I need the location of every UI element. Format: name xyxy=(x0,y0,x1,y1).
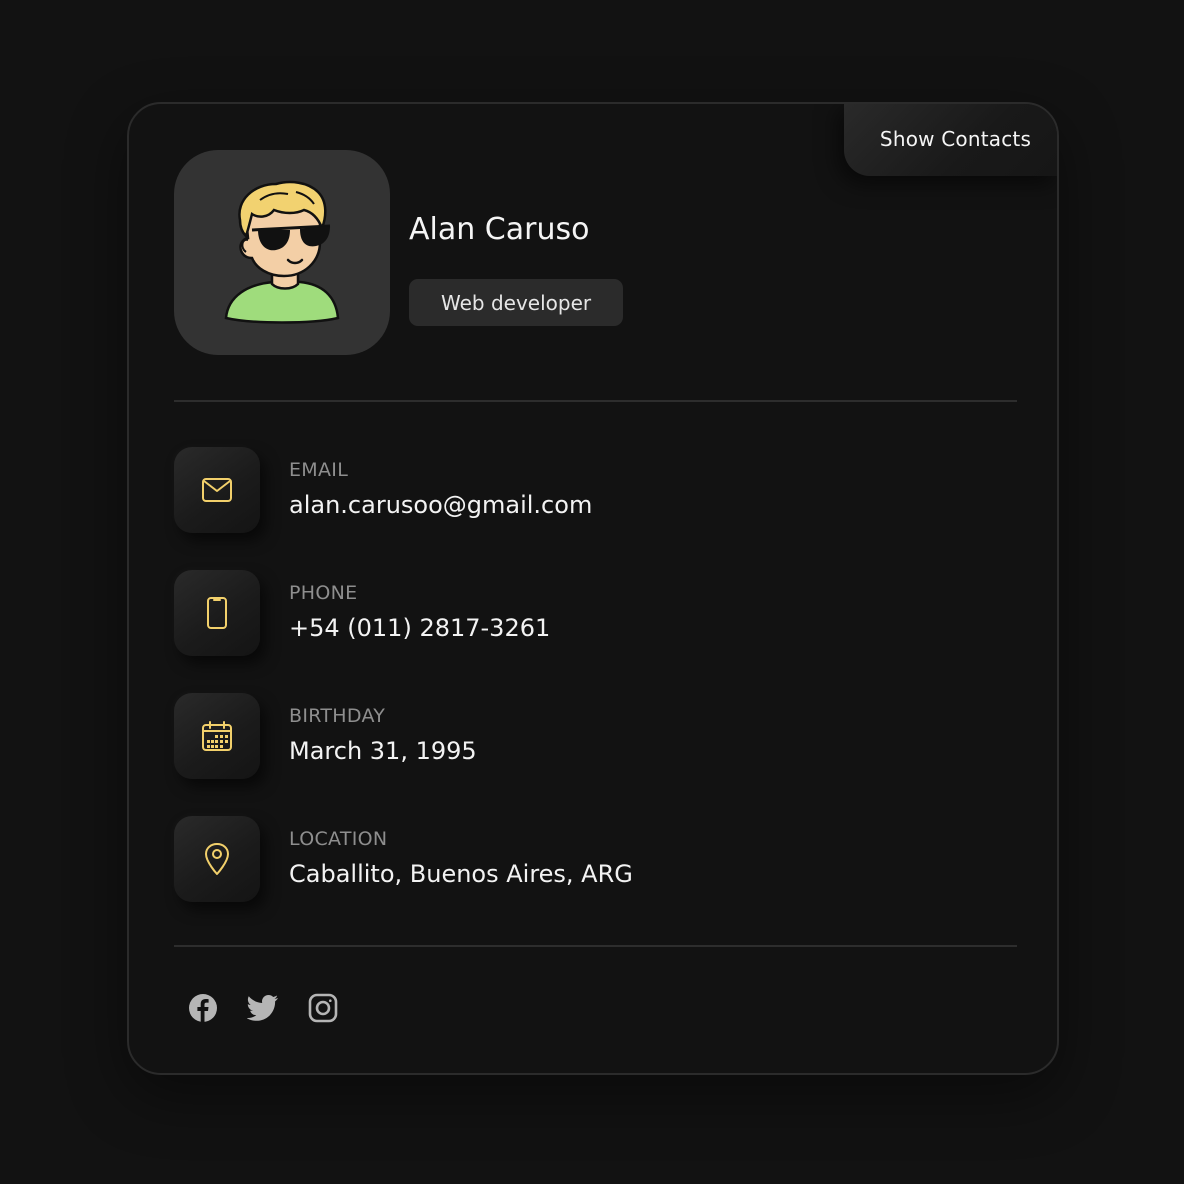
contact-item-birthday: BIRTHDAY March 31, 1995 xyxy=(174,693,1017,779)
profile-card: Show Contacts Alan Caruso Web developer xyxy=(127,102,1059,1075)
avatar xyxy=(174,150,390,355)
role-badge: Web developer xyxy=(409,279,624,326)
divider xyxy=(174,400,1017,402)
social-links xyxy=(187,992,339,1024)
contact-item-email: EMAIL alan.carusoo@gmail.com xyxy=(174,447,1017,533)
phone-icon xyxy=(174,570,260,656)
contact-label: LOCATION xyxy=(289,828,388,850)
birthday-value: March 31, 1995 xyxy=(289,737,477,765)
location-value: Caballito, Buenos Aires, ARG xyxy=(289,860,633,888)
email-value[interactable]: alan.carusoo@gmail.com xyxy=(289,491,592,519)
facebook-icon[interactable] xyxy=(187,992,219,1024)
phone-value[interactable]: +54 (011) 2817-3261 xyxy=(289,614,550,642)
contact-item-phone: PHONE +54 (011) 2817-3261 xyxy=(174,570,1017,656)
divider xyxy=(174,945,1017,947)
profile-name: Alan Caruso xyxy=(409,212,590,247)
twitter-icon[interactable] xyxy=(247,992,279,1024)
role-label: Web developer xyxy=(441,290,592,315)
show-contacts-button[interactable]: Show Contacts xyxy=(844,104,1057,176)
avatar-illustration xyxy=(224,180,340,324)
map-pin-icon xyxy=(174,816,260,902)
mail-icon xyxy=(174,447,260,533)
contact-label: BIRTHDAY xyxy=(289,705,386,727)
show-contacts-label: Show Contacts xyxy=(879,127,1032,151)
contact-label: EMAIL xyxy=(289,459,349,481)
contact-list: EMAIL alan.carusoo@gmail.com PHONE +54 (… xyxy=(174,447,1017,939)
contact-label: PHONE xyxy=(289,582,358,604)
calendar-icon xyxy=(174,693,260,779)
instagram-icon[interactable] xyxy=(307,992,339,1024)
contact-item-location: LOCATION Caballito, Buenos Aires, ARG xyxy=(174,816,1017,902)
